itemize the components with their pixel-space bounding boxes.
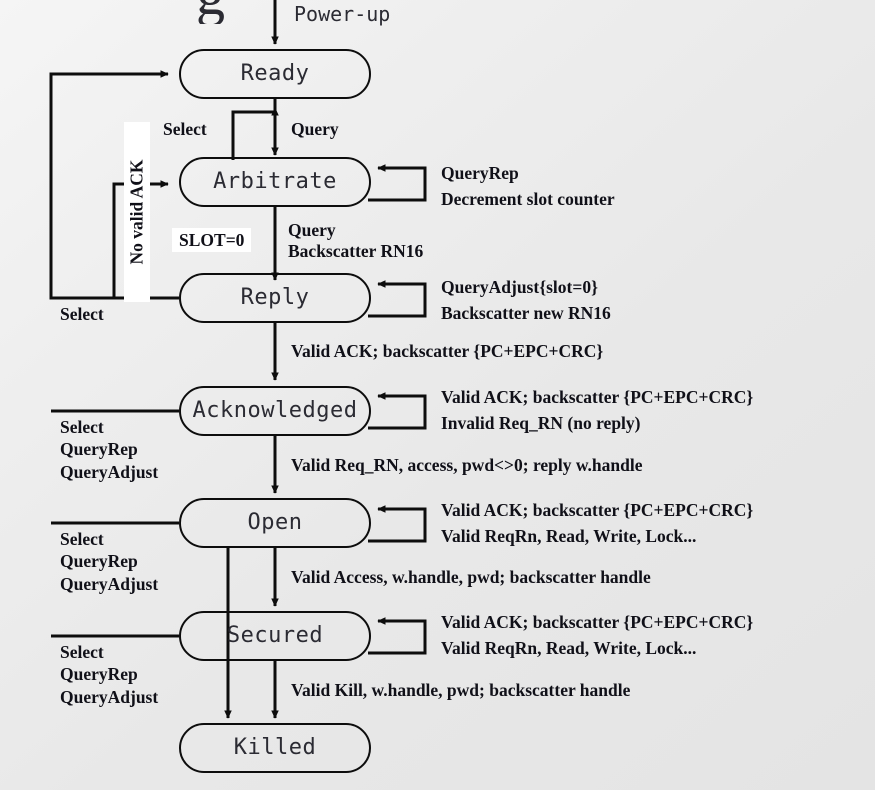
selfloop-arbitrate (368, 164, 427, 202)
selfloop-reply-line1: QueryAdjust{slot=0} (441, 277, 598, 297)
state-killed-label: Killed (233, 735, 317, 760)
return-label-reply: Select (60, 304, 104, 324)
label-arbitrate-to-ready: Select (163, 119, 207, 139)
return-label-open: Select QueryRep QueryAdjust (60, 529, 159, 594)
state-arbitrate[interactable]: Arbitrate (179, 157, 371, 207)
state-ready[interactable]: Ready (179, 49, 371, 99)
selfloop-secured-line1: Valid ACK; backscatter {PC+EPC+CRC} (441, 612, 754, 632)
label-ready-to-arbitrate: Query (291, 119, 339, 139)
state-open[interactable]: Open (179, 498, 371, 548)
label-acknowledged-to-open: Valid Req_RN, access, pwd<>0; reply w.ha… (291, 455, 643, 475)
selfloop-reply-line2: Backscatter new RN16 (441, 303, 611, 323)
selfloop-acknowledged-line2: Invalid Req_RN (no reply) (441, 413, 641, 433)
label-no-valid-ack-backing: No valid ACK (124, 122, 150, 302)
label-reply-to-acknowledged: Valid ACK; backscatter {PC+EPC+CRC} (291, 341, 604, 361)
state-killed[interactable]: Killed (179, 723, 371, 773)
selfloop-arbitrate-line1: QueryRep (441, 163, 519, 183)
state-arbitrate-label: Arbitrate (213, 169, 337, 194)
label-arbitrate-to-reply-line2: Backscatter RN16 (288, 241, 424, 261)
selfloop-open-line2: Valid ReqRn, Read, Write, Lock... (441, 526, 697, 546)
label-open-to-secured: Valid Access, w.handle, pwd; backscatter… (291, 567, 651, 587)
state-secured[interactable]: Secured (179, 611, 371, 661)
return-label-secured: Select QueryRep QueryAdjust (60, 642, 159, 707)
selfloop-acknowledged-line1: Valid ACK; backscatter {PC+EPC+CRC} (441, 387, 754, 407)
state-open-label: Open (247, 510, 303, 535)
state-diagram: g Ready Arbitrate Reply Acknowledged Ope… (0, 0, 875, 790)
label-slot-zero: SLOT=0 (172, 228, 252, 253)
selfloop-open-line1: Valid ACK; backscatter {PC+EPC+CRC} (441, 500, 754, 520)
return-label-acknowledged: Select QueryRep QueryAdjust (60, 417, 159, 482)
selfloop-secured-line2: Valid ReqRn, Read, Write, Lock... (441, 638, 697, 658)
selfloop-open (368, 505, 427, 543)
state-acknowledged-label: Acknowledged (192, 398, 358, 423)
label-no-valid-ack: No valid ACK (126, 159, 147, 265)
label-secured-to-killed: Valid Kill, w.handle, pwd; backscatter h… (291, 680, 631, 700)
state-secured-label: Secured (226, 623, 324, 648)
edge-arbitrate-to-ready (231, 107, 279, 160)
state-acknowledged[interactable]: Acknowledged (179, 386, 371, 436)
selfloop-secured (368, 617, 427, 655)
label-arbitrate-to-reply-line1: Query (288, 220, 336, 240)
selfloop-arbitrate-line2: Decrement slot counter (441, 189, 615, 209)
selfloop-reply (368, 280, 427, 318)
state-ready-label: Ready (240, 61, 310, 86)
title-fragment-glyph: g (196, 0, 225, 24)
state-reply-label: Reply (240, 285, 310, 310)
label-power-up: Power-up (294, 2, 391, 26)
state-reply[interactable]: Reply (179, 273, 371, 323)
selfloop-acknowledged (368, 392, 427, 430)
